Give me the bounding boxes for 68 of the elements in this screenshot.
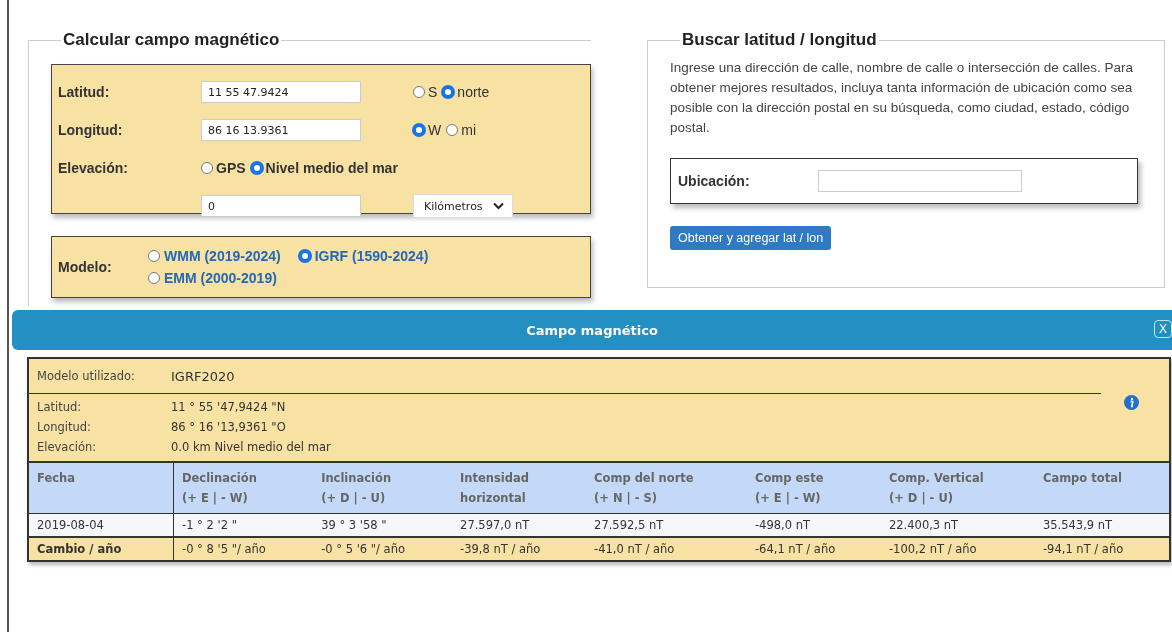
info-value: 86 ° 16 '13,9361 "O bbox=[171, 420, 286, 434]
info-value: 11 ° 55 '47,9424 "N bbox=[171, 400, 286, 414]
radio-label: Nivel medio del mar bbox=[265, 160, 398, 176]
radio-button[interactable] bbox=[413, 86, 425, 98]
table-cell: 27.597,0 nT bbox=[452, 513, 587, 537]
panel-title: Buscar latitud / longitud bbox=[681, 30, 878, 50]
chevron-down-icon bbox=[492, 202, 504, 210]
coordinate-input[interactable]: 86 16 13.9361 bbox=[201, 119, 361, 141]
radio-button[interactable] bbox=[148, 272, 160, 284]
radio-label: EMM (2000-2019) bbox=[164, 270, 277, 286]
table-cell: -0 ° 8 '5 "/ año bbox=[173, 537, 314, 560]
field-label: Ubicación: bbox=[678, 173, 751, 189]
radio-label: norte bbox=[457, 84, 490, 100]
close-button[interactable]: X bbox=[1154, 320, 1172, 338]
table-cell: Cambio / año bbox=[29, 537, 174, 560]
get-coordinates-button[interactable]: Obtener y agregar lat / lon bbox=[670, 226, 832, 250]
radio-label: WMM (2019-2024) bbox=[164, 248, 281, 264]
radio-label: IGRF (1590-2024) bbox=[314, 248, 429, 264]
field-label: Latitud: bbox=[58, 84, 111, 100]
table-cell: 27.592,5 nT bbox=[586, 513, 747, 537]
table-cell: -498,0 nT bbox=[746, 513, 881, 537]
column-header: Inclinación (+ D | - U) bbox=[313, 462, 453, 514]
info-value: IGRF2020 bbox=[171, 368, 235, 384]
table-cell: 35.543,9 nT bbox=[1034, 513, 1169, 537]
column-header: Declinación (+ E | - W) bbox=[173, 462, 314, 514]
radio-button[interactable] bbox=[442, 86, 455, 98]
coordinate-input[interactable]: 11 55 47.9424 bbox=[201, 81, 361, 103]
table-cell: 39 ° 3 '58 " bbox=[313, 513, 453, 537]
radio-label: GPS bbox=[216, 160, 246, 176]
field-label: Modelo: bbox=[58, 259, 113, 275]
table-cell: -94,1 nT / año bbox=[1034, 537, 1169, 560]
column-header: Comp. Vertical (+ D | - U) bbox=[880, 462, 1035, 514]
info-value: 0.0 km Nivel medio del mar bbox=[171, 440, 331, 454]
info-label: Modelo utilizado: bbox=[37, 370, 136, 382]
description-text: Ingrese una dirección de calle, nombre de calle o intersección de calles. Para obtener mejores resultados, incluya tanta información de ubicación como sea posible con la dirección postal en su búsqueda, como ciudad, estado, código postal. bbox=[670, 59, 1134, 137]
table-cell: -0 ° 5 '6 "/ año bbox=[313, 537, 453, 560]
table-cell: -39,8 nT / año bbox=[452, 537, 587, 560]
radio-button[interactable] bbox=[298, 250, 311, 262]
table-cell: -64,1 nT / año bbox=[746, 537, 881, 560]
info-icon[interactable] bbox=[1124, 395, 1139, 410]
field-label: Longitud: bbox=[58, 122, 124, 138]
table-cell: -41,0 nT / año bbox=[586, 537, 747, 560]
column-header: Fecha bbox=[29, 462, 174, 514]
info-label: Longitud: bbox=[37, 421, 92, 433]
radio-button[interactable] bbox=[201, 162, 213, 174]
column-header: Intensidad horizontal bbox=[452, 462, 587, 514]
radio-label: mi bbox=[461, 122, 476, 138]
radio-button[interactable] bbox=[250, 162, 263, 174]
radio-label: S bbox=[428, 84, 438, 100]
elevation-input[interactable]: 0 bbox=[201, 195, 361, 217]
info-label: Latitud: bbox=[37, 401, 83, 413]
unit-dropdown[interactable]: Kilómetros bbox=[413, 194, 513, 218]
radio-button[interactable] bbox=[148, 250, 160, 262]
column-header: Campo total bbox=[1034, 462, 1169, 514]
table-cell: 2019-08-04 bbox=[29, 513, 174, 537]
radio-button[interactable] bbox=[446, 124, 459, 136]
panel-title: Calcular campo magnético bbox=[62, 30, 281, 50]
dialog-title: Campo magnético bbox=[526, 322, 658, 338]
column-header: Comp del norte (+ N | - S) bbox=[586, 462, 747, 514]
table-cell: 22.400,3 nT bbox=[880, 513, 1035, 537]
radio-label: W bbox=[428, 122, 442, 138]
location-input[interactable] bbox=[818, 170, 1022, 192]
table-cell: -1 ° 2 '2 " bbox=[173, 513, 314, 537]
field-label: Elevación: bbox=[58, 160, 130, 176]
radio-button[interactable] bbox=[413, 124, 425, 136]
table-cell: -100,2 nT / año bbox=[880, 537, 1035, 560]
column-header: Comp este (+ E | - W) bbox=[746, 462, 881, 514]
info-label: Elevación: bbox=[37, 441, 98, 453]
